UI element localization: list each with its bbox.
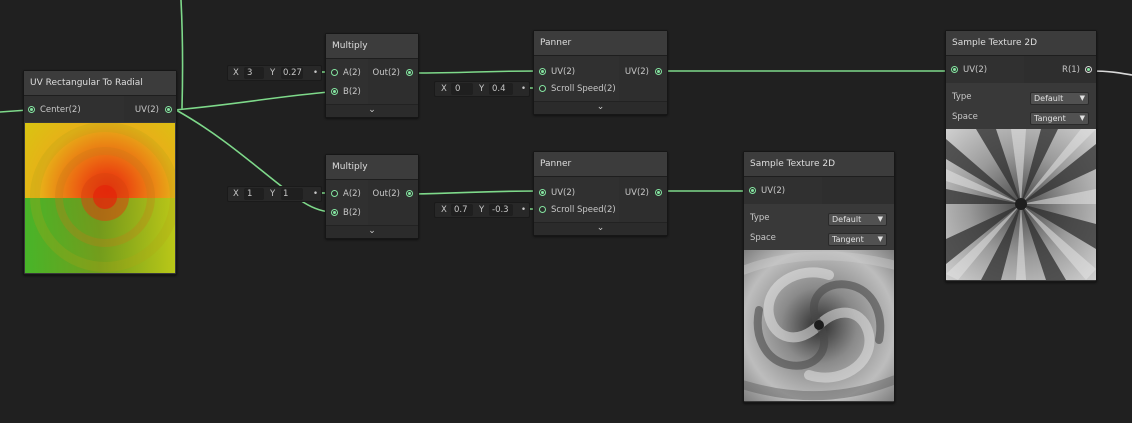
field-dot-icon: •	[313, 189, 319, 199]
node-title: Panner	[534, 152, 667, 177]
port-dot-icon	[655, 189, 662, 196]
uv-input-port[interactable]: UV(2)	[539, 64, 575, 80]
radial-streaks-preview	[946, 129, 1096, 280]
a-input-port[interactable]: A(2)	[331, 65, 361, 81]
uv-gradient-preview	[25, 123, 175, 273]
b-input-port[interactable]: B(2)	[331, 84, 361, 100]
node-title: UV Rectangular To Radial	[24, 71, 176, 96]
type-label: Type	[750, 213, 770, 223]
expand-chevron-icon[interactable]: ⌄	[326, 225, 418, 238]
multiply-bottom-a-field[interactable]: X 1 Y 1 •	[227, 186, 322, 202]
x-value[interactable]: 0.7	[454, 203, 468, 217]
wire-multiply-top-to-panner-top	[410, 70, 540, 74]
port-dot-icon	[165, 106, 172, 113]
port-dot-icon	[539, 189, 546, 196]
x-value[interactable]: 1	[247, 187, 252, 201]
multiply-top-node[interactable]: Multiply A(2) B(2) Out(2) ⌄	[325, 33, 419, 118]
y-value[interactable]: 0.4	[492, 82, 506, 96]
port-dot-icon	[749, 187, 756, 194]
a-input-port[interactable]: A(2)	[331, 186, 361, 202]
field-dot-icon: •	[313, 68, 319, 78]
node-title: Multiply	[326, 155, 418, 180]
y-value[interactable]: 0.27	[283, 66, 302, 80]
x-value[interactable]: 0	[455, 82, 460, 96]
sample-texture-bottom-node[interactable]: Sample Texture 2D UV(2) Type Default ▼ S…	[743, 151, 895, 403]
dropdown-arrow-icon: ▼	[877, 235, 883, 243]
multiply-bottom-node[interactable]: Multiply A(2) B(2) Out(2) ⌄	[325, 154, 419, 239]
uv-input-port[interactable]: UV(2)	[749, 183, 785, 199]
scroll-speed-input-port[interactable]: Scroll Speed(2)	[539, 81, 616, 97]
port-dot-icon	[331, 69, 338, 76]
sample-texture-top-node[interactable]: Sample Texture 2D UV(2) R(1) Type Defaul…	[945, 30, 1097, 282]
uv-output-port[interactable]: UV(2)	[135, 102, 172, 118]
wire-offscreen-top	[180, 0, 184, 109]
y-value[interactable]: 1	[283, 187, 288, 201]
type-dropdown[interactable]: Default ▼	[1030, 92, 1089, 105]
swirl-cloud-preview	[744, 250, 894, 401]
port-dot-icon	[331, 209, 338, 216]
port-dot-icon	[28, 106, 35, 113]
b-input-port[interactable]: B(2)	[331, 205, 361, 221]
uv-input-port[interactable]: UV(2)	[951, 62, 987, 78]
port-dot-icon	[539, 206, 546, 213]
node-title: Sample Texture 2D	[744, 152, 894, 177]
node-title: Panner	[534, 31, 667, 56]
node-title: Sample Texture 2D	[946, 31, 1096, 56]
port-dot-icon	[539, 85, 546, 92]
scroll-speed-input-port[interactable]: Scroll Speed(2)	[539, 202, 616, 218]
panner-bottom-speed-field[interactable]: X 0.7 Y -0.3 •	[434, 202, 530, 218]
uv-output-port[interactable]: UV(2)	[625, 64, 662, 80]
x-value[interactable]: 3	[247, 66, 252, 80]
panner-bottom-node[interactable]: Panner UV(2) Scroll Speed(2) UV(2) ⌄	[533, 151, 668, 236]
space-label: Space	[952, 112, 978, 122]
wire-multiply-bottom-to-panner-bottom	[410, 190, 540, 195]
port-dot-icon	[406, 69, 413, 76]
expand-chevron-icon[interactable]: ⌄	[534, 101, 667, 114]
dropdown-arrow-icon: ▼	[1079, 94, 1085, 102]
expand-chevron-icon[interactable]: ⌄	[534, 222, 667, 235]
field-dot-icon: •	[521, 84, 527, 94]
space-label: Space	[750, 233, 776, 243]
port-dot-icon	[655, 68, 662, 75]
r-output-port[interactable]: R(1)	[1062, 62, 1092, 78]
space-dropdown[interactable]: Tangent ▼	[828, 233, 887, 246]
uv-rect-to-radial-node[interactable]: UV Rectangular To Radial Center(2) UV(2)	[23, 70, 177, 275]
uv-output-port[interactable]: UV(2)	[625, 185, 662, 201]
node-title: Multiply	[326, 34, 418, 59]
center-input-port[interactable]: Center(2)	[28, 102, 81, 118]
port-dot-icon	[331, 190, 338, 197]
port-dot-icon	[1085, 66, 1092, 73]
space-dropdown[interactable]: Tangent ▼	[1030, 112, 1089, 125]
wire-sample-r-offscreen	[1091, 70, 1132, 76]
dropdown-arrow-icon: ▼	[1079, 114, 1085, 122]
type-dropdown[interactable]: Default ▼	[828, 213, 887, 226]
port-dot-icon	[331, 88, 338, 95]
dropdown-arrow-icon: ▼	[877, 215, 883, 223]
field-dot-icon: •	[521, 205, 527, 215]
panner-top-node[interactable]: Panner UV(2) Scroll Speed(2) UV(2) ⌄	[533, 30, 668, 115]
panner-top-speed-field[interactable]: X 0 Y 0.4 •	[434, 81, 530, 97]
multiply-top-a-field[interactable]: X 3 Y 0.27 •	[227, 65, 322, 81]
port-dot-icon	[539, 68, 546, 75]
port-dot-icon	[951, 66, 958, 73]
wire-radial-to-multiply-top-b	[173, 91, 331, 111]
out-output-port[interactable]: Out(2)	[373, 186, 413, 202]
port-dot-icon	[406, 190, 413, 197]
y-value[interactable]: -0.3	[492, 203, 509, 217]
uv-input-port[interactable]: UV(2)	[539, 185, 575, 201]
type-label: Type	[952, 92, 972, 102]
out-output-port[interactable]: Out(2)	[373, 65, 413, 81]
expand-chevron-icon[interactable]: ⌄	[326, 104, 418, 117]
